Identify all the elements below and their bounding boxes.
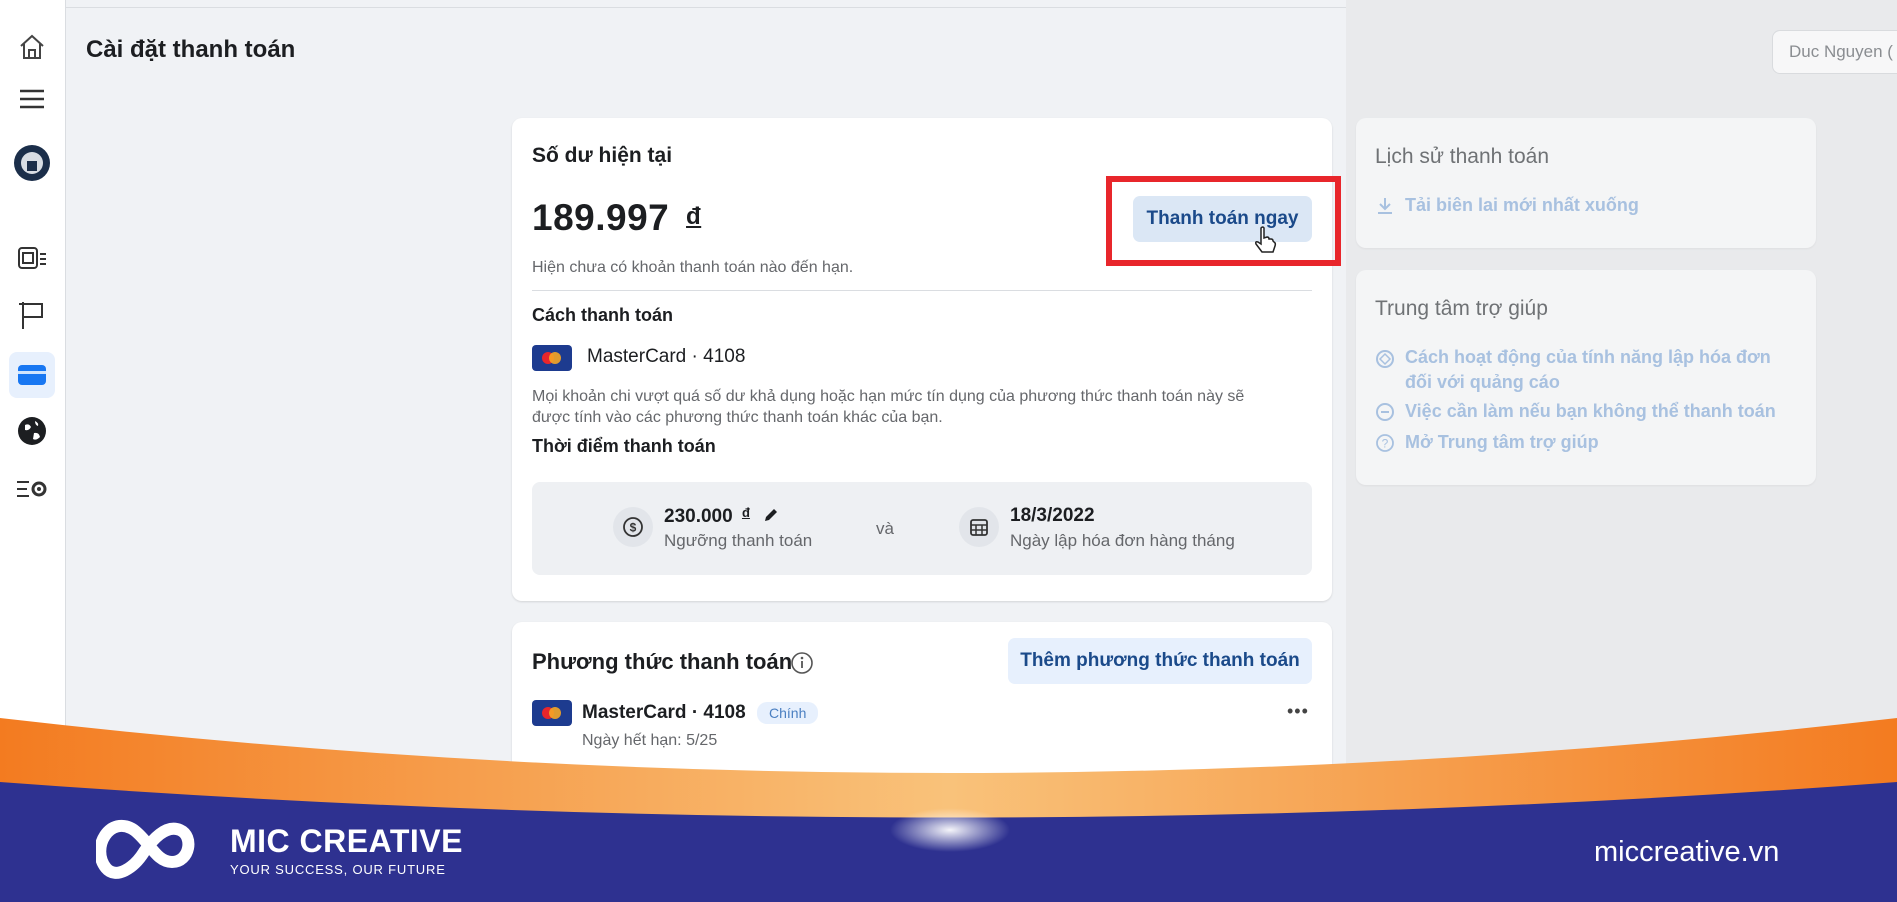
edit-pencil-icon[interactable] — [762, 506, 780, 529]
brand-tagline: YOUR SUCCESS, OUR FUTURE — [230, 862, 446, 877]
balance-amount: 189.997 đ — [532, 197, 701, 239]
no-due-note: Hiện chưa có khoản thanh toán nào đến hạ… — [532, 259, 854, 276]
highlight-box — [1106, 176, 1341, 266]
method-card-label: MasterCard · 4108 — [587, 346, 746, 367]
account-selector[interactable]: Duc Nguyen ( — [1772, 30, 1897, 74]
open-help-center-link[interactable]: Mở Trung tâm trợ giúp — [1405, 432, 1599, 453]
svg-text:?: ? — [1382, 437, 1389, 451]
balance-heading: Số dư hiện tại — [532, 144, 673, 167]
question-icon: ? — [1375, 433, 1395, 458]
download-receipt-link[interactable]: Tải biên lai mới nhất xuống — [1405, 195, 1639, 216]
top-bar-divider — [66, 0, 1346, 8]
website-url: miccreative.vn — [1594, 836, 1780, 868]
globe-icon[interactable] — [9, 408, 55, 454]
help-heading: Trung tâm trợ giúp — [1375, 297, 1548, 320]
profile-avatar-icon[interactable] — [9, 140, 55, 186]
balance-currency: đ — [686, 203, 702, 230]
download-icon — [1375, 196, 1395, 221]
threshold-value: 230.000 — [664, 506, 733, 527]
menu-icon[interactable] — [9, 76, 55, 122]
payment-method-heading: Cách thanh toán — [532, 305, 674, 325]
billing-date: 18/3/2022 — [1010, 505, 1095, 526]
balance-value: 189.997 — [532, 197, 670, 238]
billing-help-link[interactable]: Cách hoạt động của tính năng lập hóa đơn — [1405, 347, 1771, 368]
flag-icon[interactable] — [9, 292, 55, 338]
dollar-icon: $ — [613, 507, 653, 547]
brand-name: MIC CREATIVE — [230, 823, 463, 859]
billing-date-label: Ngày lập hóa đơn hàng tháng — [1010, 531, 1235, 550]
threshold-label: Ngưỡng thanh toán — [664, 531, 813, 550]
billing-help-link-line2[interactable]: đối với quảng cáo — [1405, 372, 1560, 393]
divider — [532, 290, 1312, 291]
cannot-pay-help-link[interactable]: Việc cần làm nếu bạn không thể thanh toá… — [1405, 401, 1776, 422]
billing-help-icon — [1375, 349, 1395, 374]
overflow-note-line1: Mọi khoản chi vượt quá số dư khả dụng ho… — [532, 388, 1245, 405]
mastercard-icon — [532, 345, 572, 371]
threshold-value-row: 230.000 đ — [664, 505, 750, 528]
add-payment-method-button[interactable]: Thêm phương thức thanh toán — [1008, 638, 1312, 684]
calendar-icon — [959, 507, 999, 547]
history-heading: Lịch sử thanh toán — [1375, 145, 1550, 168]
svg-text:$: $ — [630, 521, 637, 535]
and-word: và — [876, 519, 894, 538]
threshold-currency: đ — [741, 505, 750, 520]
campaigns-icon[interactable] — [9, 235, 55, 281]
settings-list-icon[interactable] — [9, 466, 55, 512]
overflow-note-line2: được tính vào các phương thức thanh toán… — [532, 409, 943, 426]
credit-card-icon[interactable] — [9, 352, 55, 398]
page-title: Cài đặt thanh toán — [86, 36, 296, 63]
payment-history-card — [1356, 118, 1816, 248]
mic-creative-logo-icon — [94, 808, 216, 889]
payment-methods-heading: Phương thức thanh toán — [532, 649, 793, 674]
info-icon[interactable] — [790, 651, 814, 680]
minus-circle-icon — [1375, 402, 1395, 427]
home-icon[interactable] — [9, 24, 55, 70]
payment-timing-heading: Thời điểm thanh toán — [532, 436, 716, 456]
